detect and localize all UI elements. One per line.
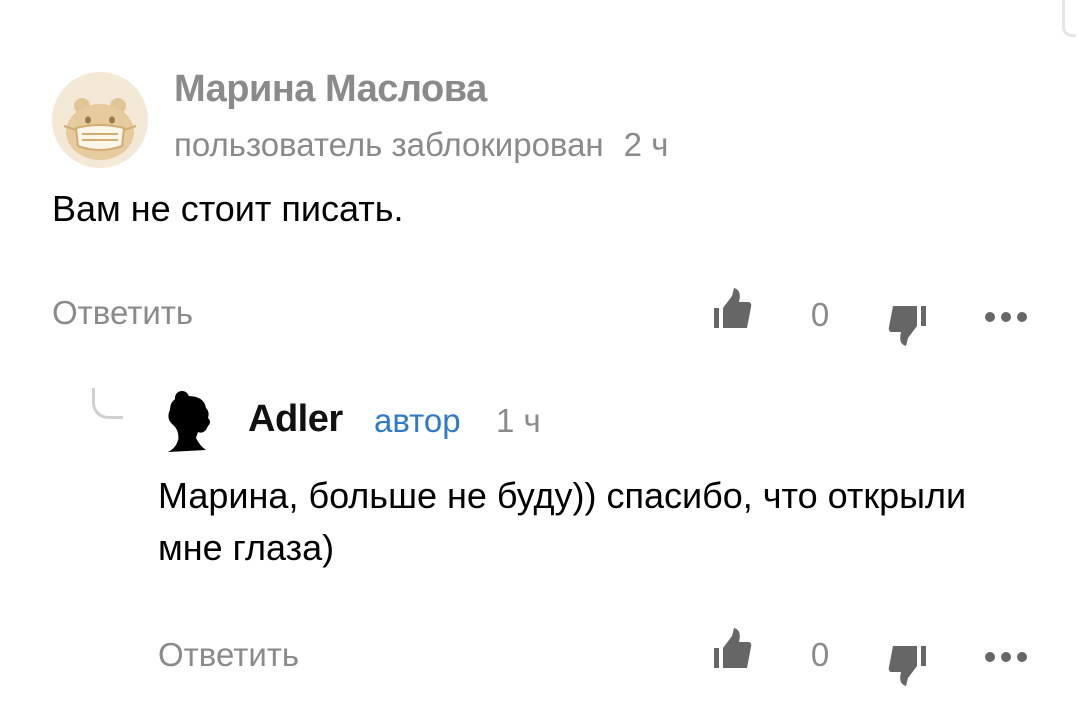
like-count: 0 [810,296,830,333]
dislike-button[interactable] [888,642,928,691]
silhouette-avatar-icon [168,391,210,452]
scroll-edge [1062,0,1076,37]
reply-button[interactable]: Ответить [52,294,193,332]
reply-button[interactable]: Ответить [158,636,299,674]
like-button[interactable] [712,628,752,677]
thumbs-up-icon [714,288,752,328]
comment-time: 2 ч [623,126,669,163]
more-horizontal-icon [985,652,1027,662]
author-name[interactable]: Adler [248,398,343,441]
thread-connector [92,388,123,419]
like-button[interactable] [712,288,752,337]
thumbs-up-icon [714,628,752,668]
more-button[interactable] [984,650,1028,669]
author-badge: автор [374,402,461,439]
like-count: 0 [810,636,830,673]
comment-text: Марина, больше не буду)) спасибо, что от… [158,475,967,568]
more-button[interactable] [984,310,1028,329]
author-name[interactable]: Марина Маслова [174,68,487,111]
avatar[interactable] [158,390,222,454]
more-horizontal-icon [985,312,1027,322]
user-status: пользователь заблокирован [174,126,604,163]
thumbs-down-icon [888,306,926,346]
thumbs-down-icon [888,646,926,686]
comment-meta: пользователь заблокирован 2 ч [174,126,668,164]
comment-text: Вам не стоит писать. [52,188,404,229]
dislike-button[interactable] [888,302,928,351]
hamster-mask-avatar-icon [52,72,148,168]
avatar[interactable] [52,72,148,168]
comment-time: 1 ч [496,402,541,439]
